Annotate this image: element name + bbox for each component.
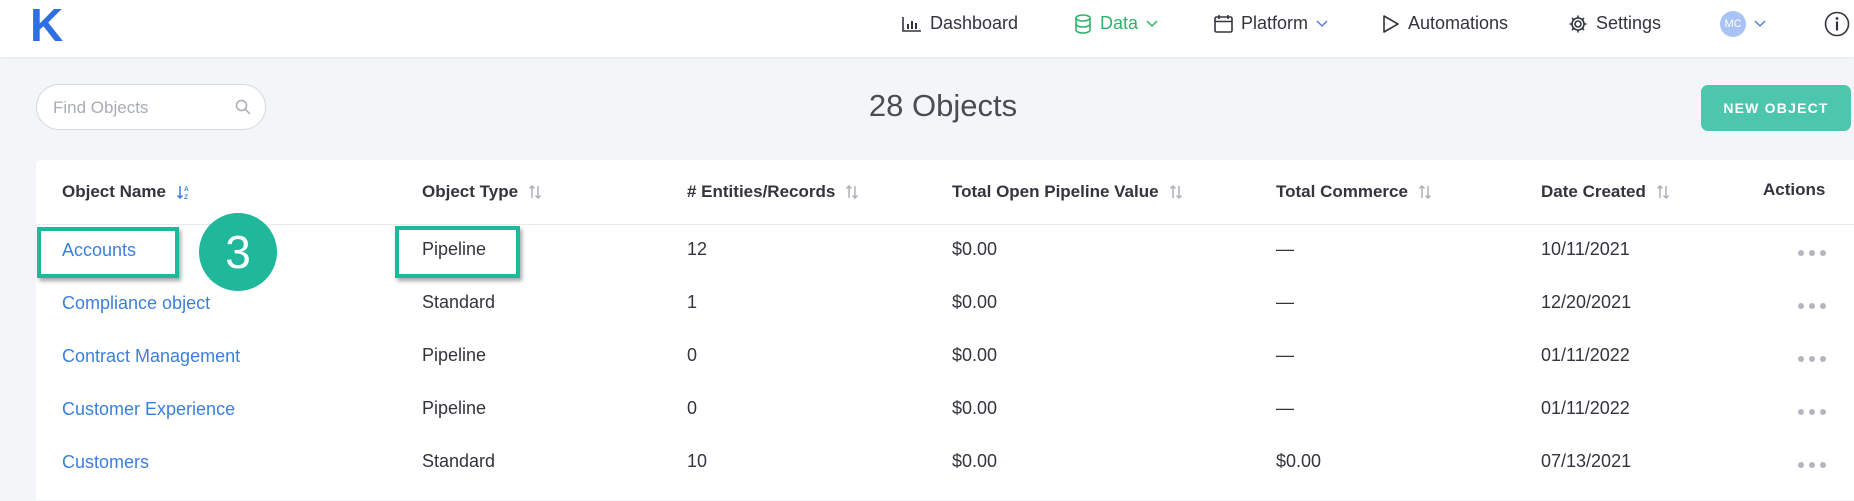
object-type: Pipeline [422, 345, 487, 365]
column-header-label: Object Type [422, 182, 519, 201]
svg-text:Z: Z [184, 194, 188, 200]
nav-automations-label: Automations [1408, 13, 1509, 33]
nav-dashboard-label: Dashboard [930, 13, 1019, 33]
sort-icon[interactable] [845, 184, 859, 200]
bar-chart-icon [902, 16, 922, 32]
object-type: Pipeline [422, 398, 487, 418]
pipeline-value: $0.00 [952, 345, 998, 365]
objects-table: Object Name AZ Object Type # Entities/Re… [36, 160, 1854, 500]
more-icon[interactable] [1798, 356, 1826, 362]
sort-icon[interactable] [528, 184, 542, 200]
chevron-down-icon [1316, 19, 1328, 28]
object-type: Standard [422, 451, 496, 471]
date-created: 12/20/2021 [1541, 292, 1632, 312]
nav-settings-label: Settings [1596, 13, 1662, 33]
entities-count: 1 [687, 292, 698, 312]
chevron-down-icon [1146, 19, 1158, 28]
svg-text:A: A [184, 186, 189, 193]
top-navigation: K Dashboard Data Platform Automations Se… [0, 0, 1854, 57]
table-row: Customers Standard 10 $0.00 $0.00 07/13/… [36, 448, 1854, 501]
commerce-value: — [1276, 239, 1294, 259]
column-header-object-name[interactable]: Object Name AZ [62, 182, 192, 202]
info-icon [1824, 11, 1850, 37]
pipeline-value: $0.00 [952, 292, 998, 312]
nav-data[interactable]: Data [1074, 0, 1158, 47]
object-name-link[interactable]: Contract Management [62, 346, 240, 367]
calendar-icon [1214, 14, 1233, 33]
sort-icon[interactable] [1418, 184, 1432, 200]
more-icon[interactable] [1798, 409, 1826, 415]
app-logo[interactable]: K [30, 2, 63, 48]
commerce-value: — [1276, 398, 1294, 418]
column-header-label: Object Name [62, 182, 166, 201]
new-object-button[interactable]: NEW OBJECT [1701, 85, 1851, 131]
object-name-link[interactable]: Customers [62, 452, 149, 473]
step-number-badge: 3 [199, 213, 277, 291]
more-icon[interactable] [1798, 462, 1826, 468]
info-button[interactable] [1824, 0, 1850, 47]
object-name-link[interactable]: Customer Experience [62, 399, 235, 420]
sort-icon[interactable] [1656, 184, 1670, 200]
date-created: 01/11/2022 [1541, 398, 1630, 418]
highlight-box-object-type [395, 226, 520, 278]
nav-automations[interactable]: Automations [1382, 0, 1508, 47]
commerce-value: — [1276, 345, 1294, 365]
more-icon[interactable] [1798, 250, 1826, 256]
nav-settings[interactable]: Settings [1568, 0, 1661, 47]
column-header-label: Total Open Pipeline Value [952, 182, 1159, 201]
nav-data-label: Data [1100, 13, 1139, 33]
play-icon [1382, 14, 1400, 34]
date-created: 07/13/2021 [1541, 451, 1632, 471]
entities-count: 0 [687, 345, 698, 365]
entities-count: 12 [687, 239, 708, 259]
column-header-label: Date Created [1541, 182, 1646, 201]
table-row: Customer Experience Pipeline 0 $0.00 — 0… [36, 395, 1854, 448]
page-title: 28 Objects [868, 88, 1018, 123]
pipeline-value: $0.00 [952, 239, 998, 259]
database-icon [1074, 13, 1092, 34]
column-header-actions: Actions [1763, 180, 1826, 199]
chevron-down-icon [1754, 19, 1766, 28]
nav-platform-label: Platform [1241, 13, 1309, 33]
date-created: 10/11/2021 [1541, 239, 1630, 259]
avatar: MC [1720, 10, 1746, 37]
object-name-link[interactable]: Compliance object [62, 293, 210, 314]
commerce-value: — [1276, 292, 1294, 312]
object-type: Standard [422, 292, 496, 312]
table-row: Accounts Pipeline 12 $0.00 — 10/11/2021 [36, 236, 1854, 289]
table-row: Contract Management Pipeline 0 $0.00 — 0… [36, 342, 1854, 395]
column-header-object-type[interactable]: Object Type [422, 182, 542, 202]
table-header: Object Name AZ Object Type # Entities/Re… [36, 160, 1854, 225]
column-header-commerce[interactable]: Total Commerce [1276, 182, 1432, 202]
pipeline-value: $0.00 [952, 451, 998, 471]
user-menu[interactable]: MC [1720, 0, 1766, 47]
sort-icon[interactable]: AZ [176, 184, 192, 200]
column-header-date-created[interactable]: Date Created [1541, 182, 1670, 202]
column-header-label: # Entities/Records [687, 182, 836, 201]
nav-dashboard[interactable]: Dashboard [902, 0, 1018, 47]
pipeline-value: $0.00 [952, 398, 998, 418]
table-row: Compliance object Standard 1 $0.00 — 12/… [36, 289, 1854, 342]
date-created: 01/11/2022 [1541, 345, 1630, 365]
highlight-box-object-name [37, 227, 179, 278]
more-icon[interactable] [1798, 303, 1826, 309]
commerce-value: $0.00 [1276, 451, 1322, 471]
gear-icon [1568, 14, 1588, 34]
entities-count: 0 [687, 398, 698, 418]
sort-icon[interactable] [1169, 184, 1183, 200]
entities-count: 10 [687, 451, 708, 471]
column-header-label: Total Commerce [1276, 182, 1408, 201]
column-header-pipeline-value[interactable]: Total Open Pipeline Value [952, 182, 1183, 202]
column-header-entities[interactable]: # Entities/Records [687, 182, 859, 202]
nav-platform[interactable]: Platform [1214, 0, 1328, 47]
